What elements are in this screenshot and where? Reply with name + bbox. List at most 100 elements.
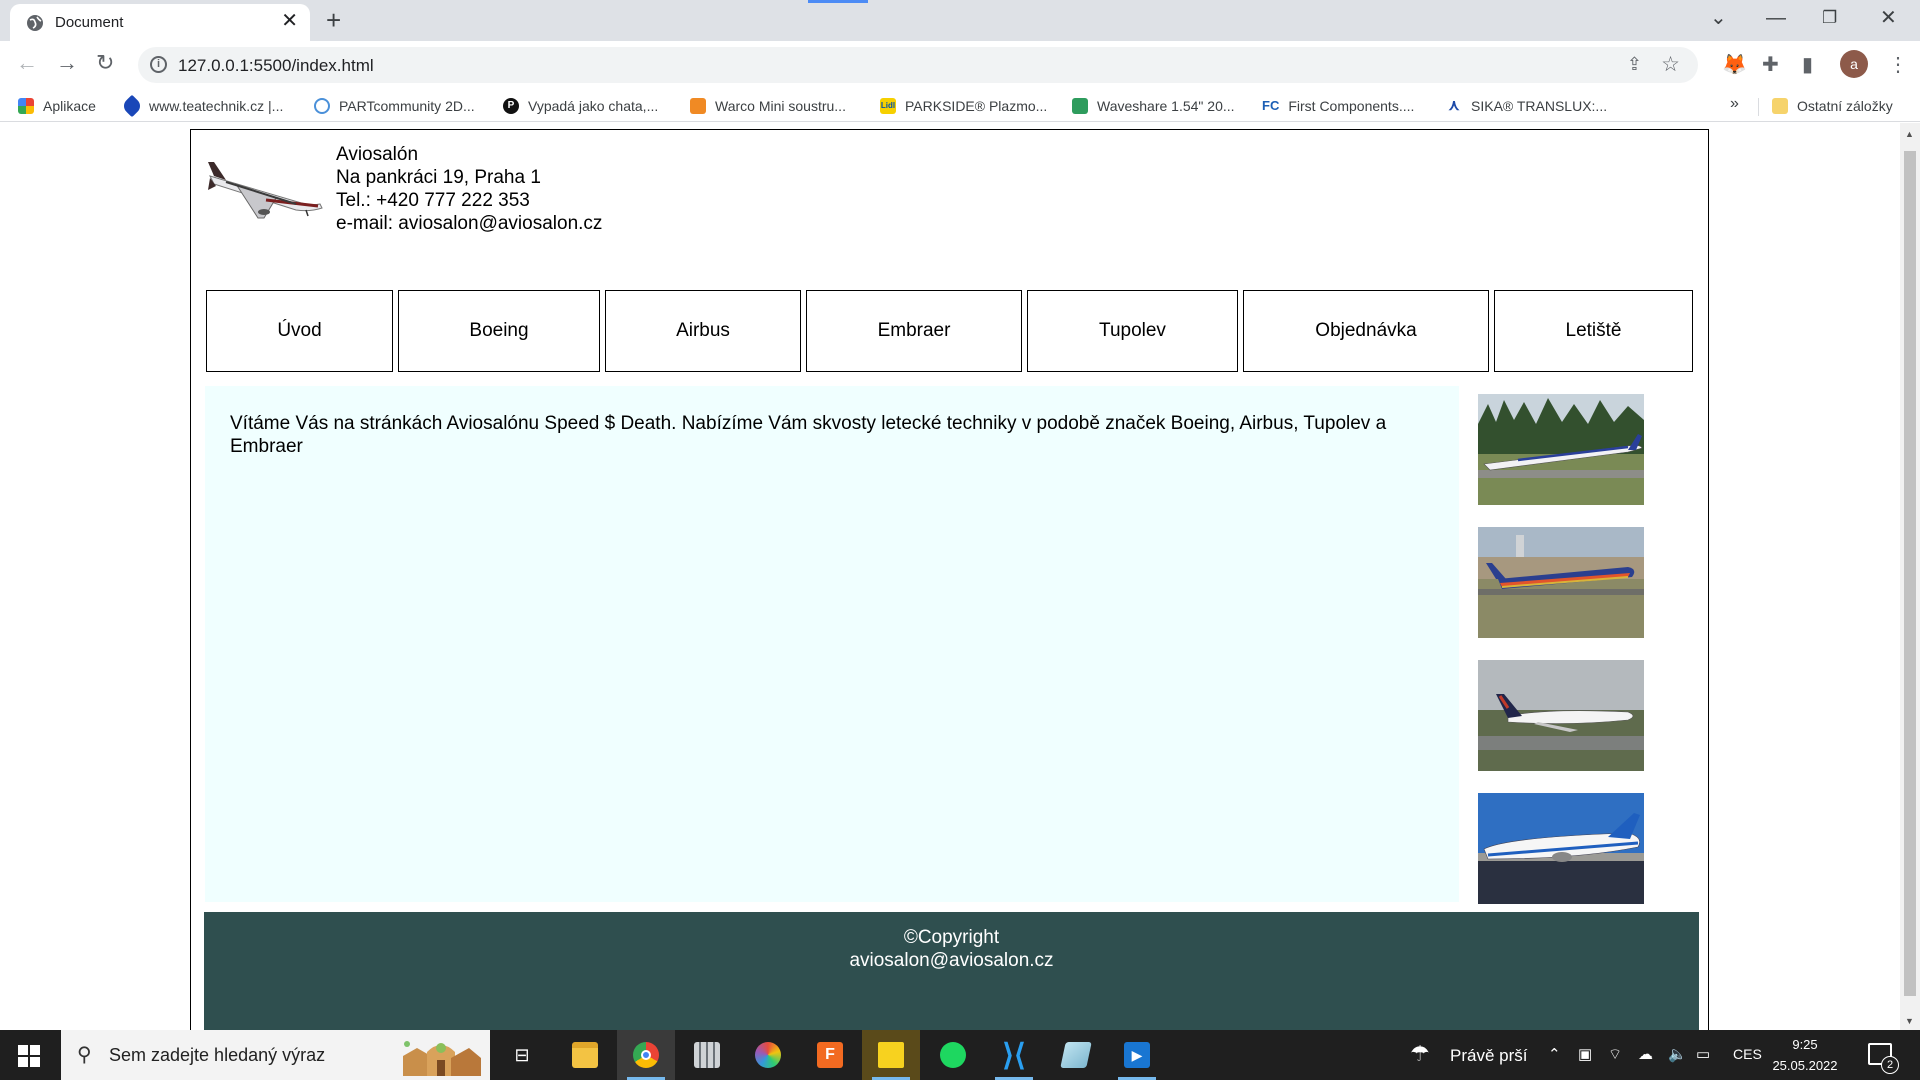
clock-time: 9:25 — [1792, 1037, 1818, 1052]
share-icon[interactable]: ⇪ — [1627, 54, 1642, 75]
plane-photo-2 — [1478, 527, 1644, 638]
footer-copyright: ©Copyright — [903, 927, 1000, 948]
notes-icon — [1060, 1042, 1092, 1068]
airplane-logo-image — [208, 162, 323, 219]
page-scrollbar[interactable]: ▲ ▼ — [1900, 123, 1920, 1030]
scroll-down-arrow-icon[interactable]: ▼ — [1905, 1016, 1914, 1026]
bookmark-warco[interactable]: Warco Mini soustru... — [690, 96, 846, 116]
language-indicator[interactable]: CES — [1733, 1046, 1762, 1062]
chevron-up-icon[interactable]: ⌃ — [1548, 1045, 1561, 1063]
windows-start-icon[interactable] — [18, 1045, 40, 1067]
photo-gallery — [1478, 394, 1645, 926]
taskbar-vscode[interactable]: ⟩⟨ — [985, 1030, 1043, 1080]
bookmark-teatechnik[interactable]: www.teatechnik.cz |... — [120, 94, 284, 118]
site-footer: ©Copyright aviosalon@aviosalon.cz — [204, 912, 1699, 1030]
teatechnik-icon — [120, 94, 144, 118]
system-clock[interactable]: 9:25 25.05.2022 — [1768, 1034, 1842, 1076]
bookmark-label: www.teatechnik.cz |... — [149, 98, 284, 114]
plane-photo-3 — [1478, 660, 1644, 771]
volume-icon[interactable]: 🔈 — [1668, 1045, 1687, 1063]
close-icon[interactable]: ✕ — [281, 11, 298, 31]
meet-now-icon[interactable]: ▣ — [1578, 1045, 1592, 1063]
bookmark-vypada-jako-chata[interactable]: P Vypadá jako chata,... — [503, 96, 658, 116]
taskbar-sticky-notes[interactable] — [862, 1030, 920, 1080]
scroll-thumb[interactable] — [1904, 151, 1916, 996]
task-view-button[interactable]: ⊟ — [493, 1030, 551, 1080]
menu-kebab-icon[interactable]: ⋮ — [1888, 53, 1908, 77]
globe-icon — [27, 15, 43, 31]
loading-indicator — [808, 0, 868, 3]
scroll-up-arrow-icon[interactable]: ▲ — [1905, 129, 1914, 139]
metamask-fox-icon[interactable]: 🦊 — [1722, 53, 1747, 77]
taskbar-video-app[interactable]: ▶ — [1108, 1030, 1166, 1080]
bookmark-label: Warco Mini soustru... — [715, 98, 846, 114]
bookmark-waveshare[interactable]: Waveshare 1.54" 20... — [1072, 96, 1235, 116]
forward-arrow-icon[interactable]: → — [56, 51, 78, 75]
bookmarks-overflow-icon[interactable]: » — [1730, 95, 1739, 113]
nav-item-letiste[interactable]: Letiště — [1494, 290, 1693, 372]
calculator-icon — [694, 1042, 720, 1068]
nav-item-boeing[interactable]: Boeing — [398, 290, 600, 372]
plane-photo-4 — [1478, 793, 1644, 904]
wifi-icon[interactable]: ⌔ — [1608, 1045, 1622, 1064]
address-bar[interactable]: i 127.0.0.1:5500/index.html ⇪ ☆ — [138, 47, 1698, 83]
back-arrow-icon[interactable]: ← — [16, 51, 38, 75]
bookmark-apps[interactable]: Aplikace — [18, 96, 96, 116]
fc-icon: FC — [1262, 98, 1280, 113]
bookmark-label: Waveshare 1.54" 20... — [1097, 98, 1235, 114]
battery-icon[interactable]: ▭ — [1696, 1045, 1710, 1063]
bookmark-partcommunity[interactable]: PARTcommunity 2D... — [314, 96, 475, 116]
tab-title: Document — [55, 14, 124, 31]
company-name: Aviosalón — [336, 144, 419, 165]
taskbar-notes-app[interactable] — [1047, 1030, 1105, 1080]
company-address: Na pankráci 19, Praha 1 — [336, 167, 541, 188]
taskbar-chrome[interactable] — [617, 1030, 675, 1080]
taskbar-calculator[interactable] — [678, 1030, 736, 1080]
browser-tab[interactable]: Document ✕ — [10, 4, 310, 41]
side-panel-icon[interactable]: ▮ — [1802, 53, 1813, 77]
folder-icon — [1772, 98, 1788, 114]
bookmark-label: Aplikace — [43, 98, 96, 114]
bookmark-parkside[interactable]: Lidl PARKSIDE® Plazmo... — [880, 96, 1047, 116]
sika-icon: ⋏ — [1448, 97, 1460, 114]
site-info-icon[interactable]: i — [150, 56, 167, 73]
taskbar-spotify[interactable] — [924, 1030, 982, 1080]
plane-photo-1 — [1478, 394, 1644, 505]
video-player-icon: ▶ — [1124, 1042, 1150, 1068]
tab-search-chevron-icon[interactable]: ⌄ — [1710, 6, 1727, 30]
bookmark-sika[interactable]: ⋏ SIKA® TRANSLUX:... — [1446, 96, 1608, 116]
contact-block: Aviosalón Na pankráci 19, Praha 1 Tel.: … — [336, 143, 602, 235]
onedrive-cloud-icon[interactable]: ☁ — [1638, 1045, 1653, 1063]
browser-toolbar: ← → ↻ i 127.0.0.1:5500/index.html ⇪ ☆ 🦊 … — [0, 41, 1920, 90]
company-phone: Tel.: +420 777 222 353 — [336, 190, 530, 211]
site-wrapper: Aviosalón Na pankráci 19, Praha 1 Tel.: … — [190, 129, 1709, 1030]
taskbar-fusion360[interactable]: F — [801, 1030, 859, 1080]
company-email: e-mail: aviosalon@aviosalon.cz — [336, 213, 603, 234]
minimize-icon[interactable]: — — [1766, 6, 1786, 30]
taskbar-search-box[interactable]: ⚲ Sem zadejte hledaný výraz — [61, 1030, 490, 1080]
nav-item-tupolev[interactable]: Tupolev — [1027, 290, 1238, 372]
taskbar-paint3d[interactable] — [739, 1030, 797, 1080]
profile-avatar[interactable]: a — [1840, 50, 1868, 78]
restore-icon[interactable]: ❐ — [1822, 6, 1837, 30]
bookmark-label: Vypadá jako chata,... — [528, 98, 659, 114]
main-content: Vítáme Vás na stránkách Aviosalónu Speed… — [205, 386, 1459, 902]
nav-item-uvod[interactable]: Úvod — [206, 290, 393, 372]
plus-icon[interactable]: + — [326, 6, 341, 34]
url-text[interactable]: 127.0.0.1:5500/index.html — [178, 56, 374, 76]
window-close-icon[interactable]: ✕ — [1880, 6, 1897, 30]
tab-strip: Document ✕ + ⌄ — ❐ ✕ — [0, 0, 1920, 41]
star-icon[interactable]: ☆ — [1661, 52, 1680, 77]
bookmark-first-components[interactable]: FC First Components.... — [1262, 96, 1414, 116]
reload-icon[interactable]: ↻ — [96, 51, 114, 75]
other-bookmarks-folder[interactable]: Ostatní záložky — [1772, 96, 1893, 116]
search-icon: ⚲ — [77, 1044, 92, 1066]
nav-item-objednavka[interactable]: Objednávka — [1243, 290, 1489, 372]
nav-item-airbus[interactable]: Airbus — [605, 290, 801, 372]
weather-text[interactable]: Právě prší — [1450, 1046, 1527, 1066]
taskbar-file-explorer[interactable] — [556, 1030, 614, 1080]
vscode-icon: ⟩⟨ — [1002, 1038, 1026, 1072]
nav-item-embraer[interactable]: Embraer — [806, 290, 1022, 372]
extensions-puzzle-icon[interactable]: ✚ — [1762, 53, 1779, 77]
rain-umbrella-icon[interactable]: ☂ — [1410, 1041, 1430, 1067]
